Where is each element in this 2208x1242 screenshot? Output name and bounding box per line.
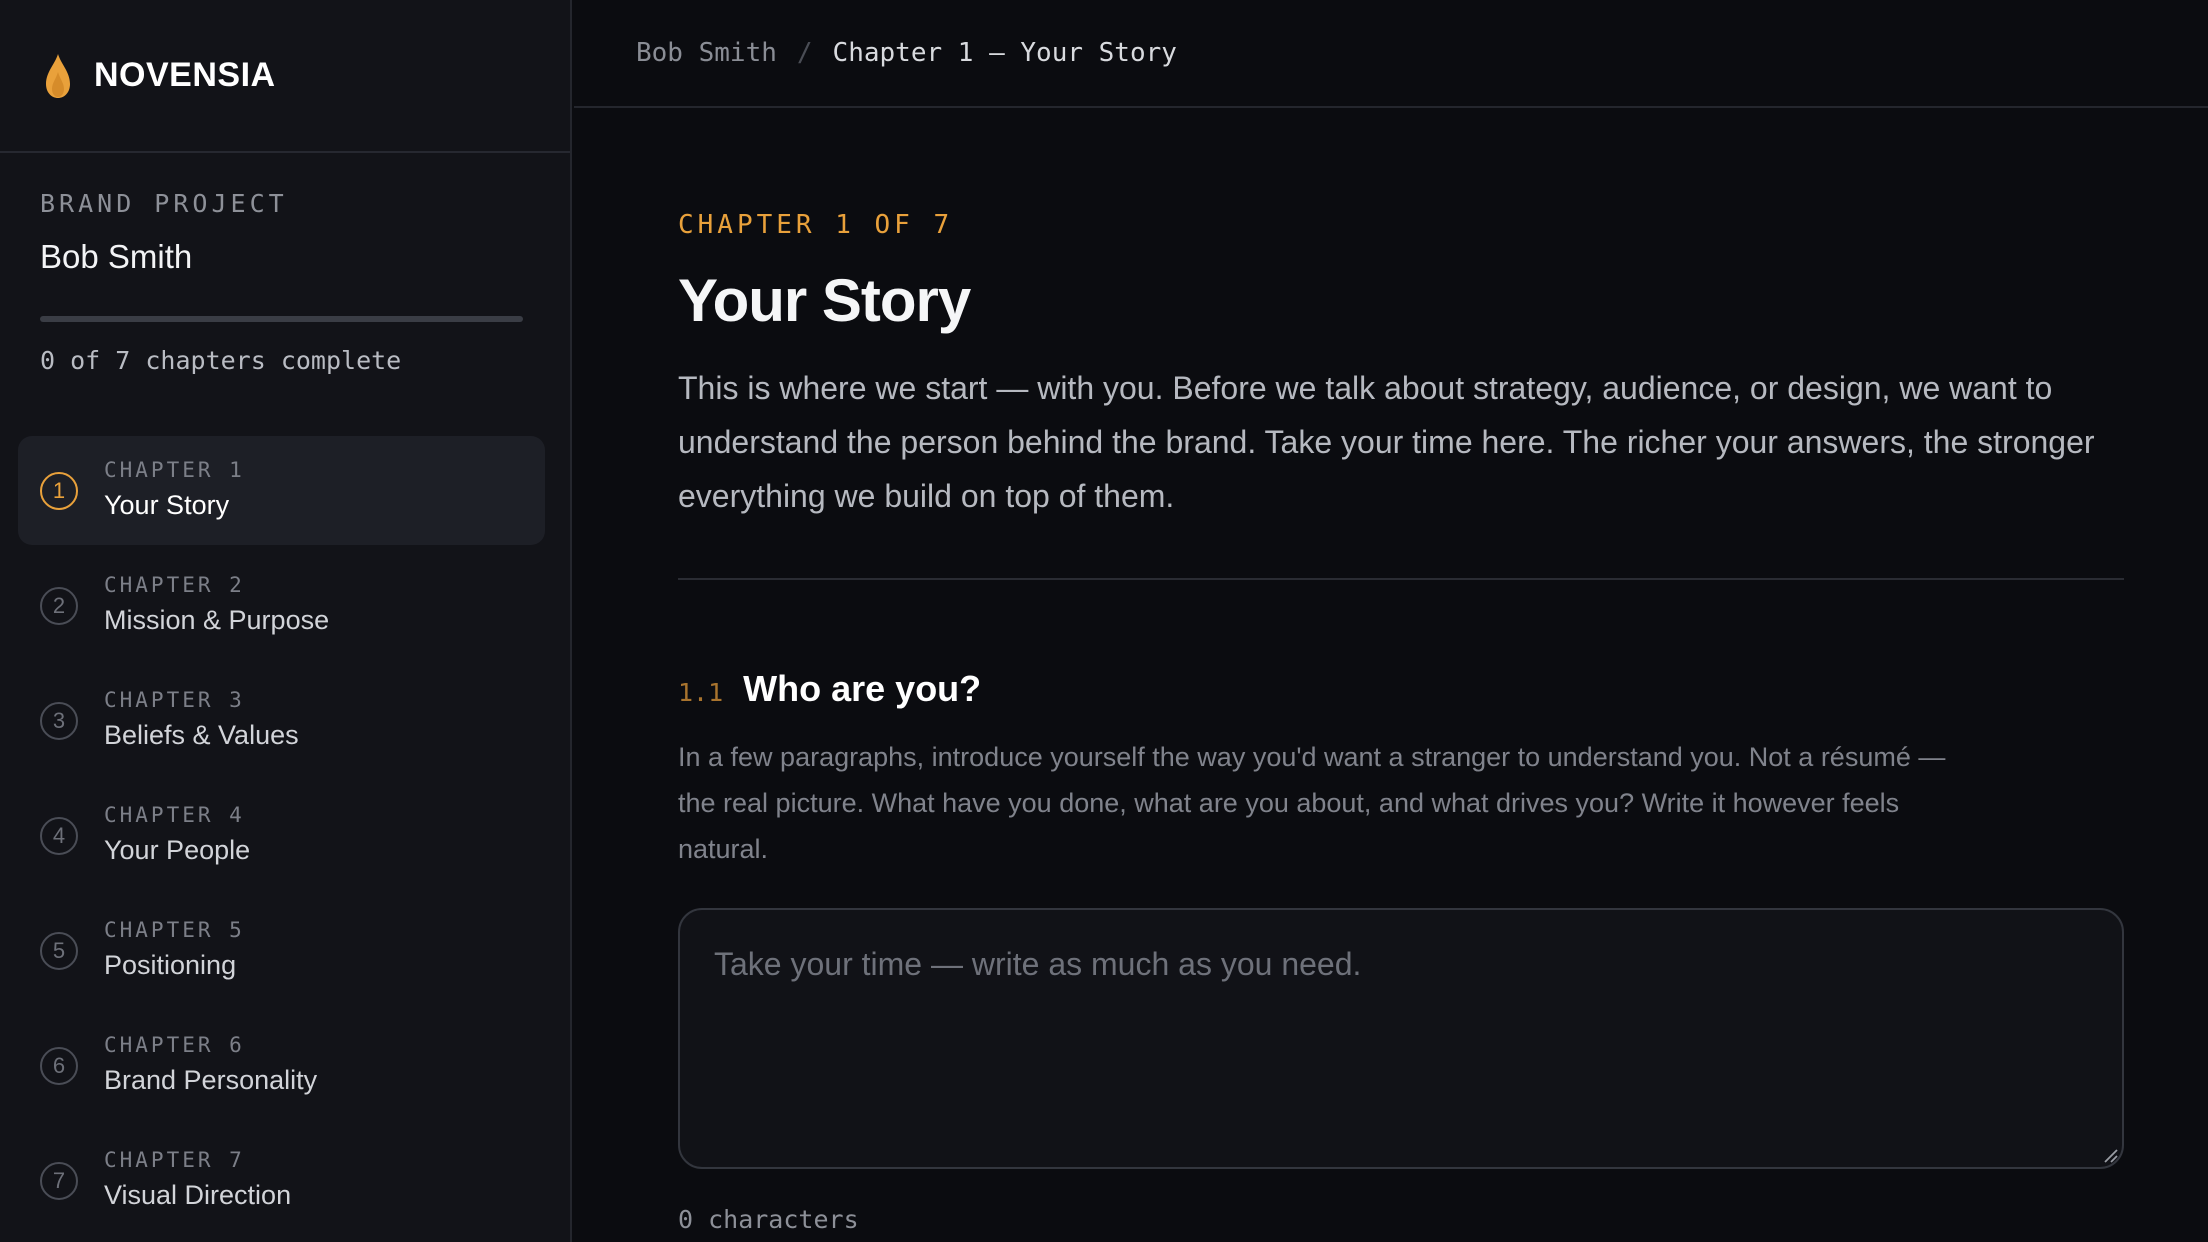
breadcrumb-separator: /: [796, 38, 813, 68]
chapter-number-badge: 4: [40, 817, 78, 855]
chapter-title: Mission & Purpose: [104, 605, 330, 635]
chapter-number-badge: 3: [40, 702, 78, 740]
chapter-title: Your People: [104, 835, 251, 865]
breadcrumb-current: Chapter 1 — Your Story: [832, 38, 1177, 68]
chapter-item-3[interactable]: 3 CHAPTER 3 Beliefs & Values: [18, 666, 545, 775]
project-summary: BRAND PROJECT Bob Smith 0 of 7 chapters …: [0, 153, 570, 418]
progress-bar: [40, 316, 523, 322]
chapter-number-badge: 5: [40, 932, 78, 970]
chapter-label: CHAPTER 6: [104, 1033, 245, 1057]
chapter-number-badge: 1: [40, 472, 78, 510]
sidebar: NOVENSIA BRAND PROJECT Bob Smith 0 of 7 …: [0, 0, 572, 1242]
chapter-title: Beliefs & Values: [104, 720, 299, 750]
breadcrumb: Bob Smith / Chapter 1 — Your Story: [574, 0, 2208, 108]
progress-text: 0 of 7 chapters complete: [40, 346, 402, 375]
chapter-item-7[interactable]: 7 CHAPTER 7 Visual Direction: [18, 1126, 545, 1235]
logo-bar: NOVENSIA: [0, 0, 570, 153]
chapter-label: CHAPTER 4: [104, 803, 245, 827]
breadcrumb-project-link[interactable]: Bob Smith: [636, 38, 777, 68]
question-header: 1.1 Who are you?: [678, 668, 2124, 710]
character-count: 0 characters: [678, 1205, 859, 1234]
chapter-title: Brand Personality: [104, 1065, 318, 1095]
chapter-label: CHAPTER 7: [104, 1148, 245, 1172]
chapter-content: CHAPTER 1 OF 7 Your Story This is where …: [678, 108, 2124, 1234]
chapter-label: CHAPTER 1: [104, 458, 245, 482]
answer-textarea[interactable]: [678, 908, 2124, 1169]
chapter-label: CHAPTER 2: [104, 573, 245, 597]
project-name: Bob Smith: [40, 238, 193, 275]
page-title: Your Story: [678, 267, 971, 334]
chapter-item-2[interactable]: 2 CHAPTER 2 Mission & Purpose: [18, 551, 545, 660]
chapter-label: CHAPTER 3: [104, 688, 245, 712]
chapter-label: CHAPTER 5: [104, 918, 245, 942]
flame-logo-icon: [46, 53, 70, 98]
chapter-item-4[interactable]: 4 CHAPTER 4 Your People: [18, 781, 545, 890]
chapter-number-badge: 2: [40, 587, 78, 625]
chapter-title: Positioning: [104, 950, 237, 980]
app: NOVENSIA BRAND PROJECT Bob Smith 0 of 7 …: [0, 0, 2208, 1242]
section-divider: [678, 578, 2124, 580]
chapter-nav: 1 CHAPTER 1 Your Story 2 CHAPTER 2 Missi…: [18, 436, 545, 1241]
project-label: BRAND PROJECT: [40, 189, 288, 218]
resize-grip-icon[interactable]: [2102, 1147, 2118, 1163]
chapter-kicker: CHAPTER 1 OF 7: [678, 210, 954, 240]
chapter-item-1[interactable]: 1 CHAPTER 1 Your Story: [18, 436, 545, 545]
question-title: Who are you?: [743, 668, 982, 709]
brand-name: NOVENSIA: [94, 56, 276, 94]
chapter-item-6[interactable]: 6 CHAPTER 6 Brand Personality: [18, 1011, 545, 1120]
answer-wrapper: [678, 908, 2124, 1169]
chapter-item-5[interactable]: 5 CHAPTER 5 Positioning: [18, 896, 545, 1005]
question-description: In a few paragraphs, introduce yourself …: [678, 742, 1946, 864]
chapter-title: Your Story: [104, 490, 230, 520]
question-number: 1.1: [678, 678, 724, 707]
chapter-number-badge: 7: [40, 1162, 78, 1200]
chapter-title: Visual Direction: [104, 1180, 292, 1210]
chapter-number-badge: 6: [40, 1047, 78, 1085]
chapter-intro: This is where we start — with you. Befor…: [678, 370, 2095, 514]
